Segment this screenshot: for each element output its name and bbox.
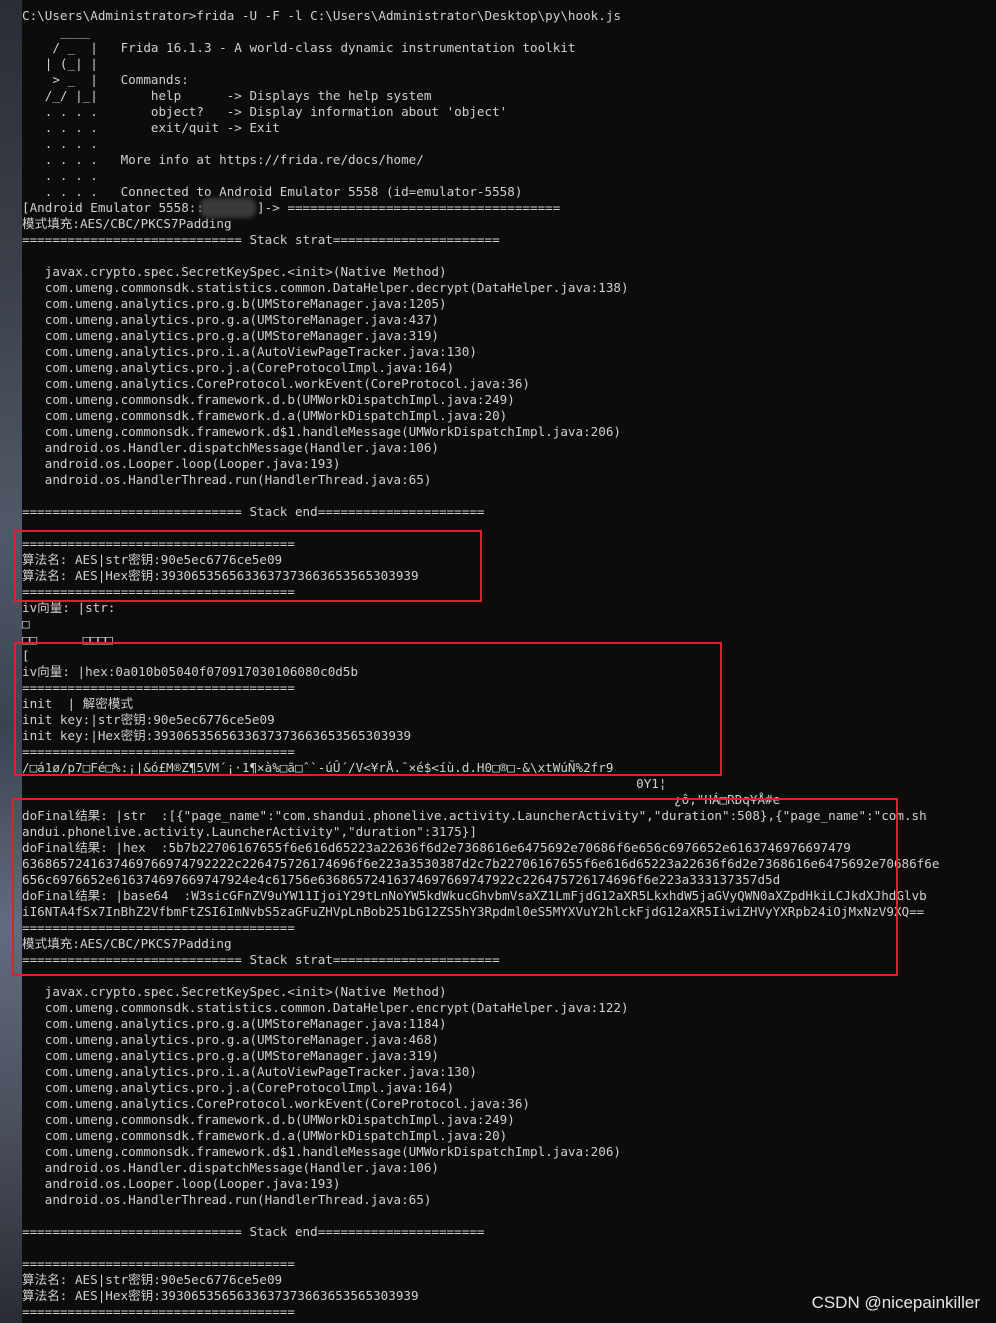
terminal-line: . . . . bbox=[22, 168, 98, 183]
terminal-line: javax.crypto.spec.SecretKeySpec.<init>(N… bbox=[22, 984, 447, 999]
terminal-line: 模式填充:AES/CBC/PKCS7Padding bbox=[22, 216, 232, 231]
terminal-line: . . . . Connected to Android Emulator 55… bbox=[22, 184, 523, 199]
terminal-line: com.umeng.analytics.pro.g.a(UMStoreManag… bbox=[22, 1048, 440, 1063]
terminal-line: com.umeng.analytics.CoreProtocol.workEve… bbox=[22, 376, 530, 391]
terminal-line: com.umeng.commonsdk.framework.d.a(UMWork… bbox=[22, 1128, 508, 1143]
terminal-line: com.umeng.analytics.pro.g.a(UMStoreManag… bbox=[22, 1032, 440, 1047]
terminal-line: com.umeng.analytics.pro.j.a(CoreProtocol… bbox=[22, 360, 455, 375]
highlight-box-key bbox=[14, 530, 482, 602]
terminal-line: android.os.Handler.dispatchMessage(Handl… bbox=[22, 440, 440, 455]
terminal-line: com.umeng.analytics.pro.g.a(UMStoreManag… bbox=[22, 312, 440, 327]
terminal-line: □ bbox=[22, 616, 30, 631]
terminal-line: com.umeng.analytics.pro.i.a(AutoViewPage… bbox=[22, 344, 477, 359]
terminal-line: [Android Emulator 5558:: ]-> ===========… bbox=[22, 200, 561, 215]
terminal-line: javax.crypto.spec.SecretKeySpec.<init>(N… bbox=[22, 264, 447, 279]
terminal-line: com.umeng.commonsdk.framework.d.b(UMWork… bbox=[22, 392, 515, 407]
terminal-line: com.umeng.commonsdk.statistics.common.Da… bbox=[22, 1000, 629, 1015]
terminal-line: 0Y1¦ bbox=[22, 776, 667, 791]
terminal-line: / _ | Frida 16.1.3 - A world-class dynam… bbox=[22, 40, 576, 55]
terminal-line: . . . . More info at https://frida.re/do… bbox=[22, 152, 424, 167]
terminal-line: com.umeng.analytics.CoreProtocol.workEve… bbox=[22, 1096, 530, 1111]
terminal-line: com.umeng.analytics.pro.g.b(UMStoreManag… bbox=[22, 296, 447, 311]
terminal-line: ____ bbox=[22, 24, 91, 39]
highlight-box-dofinal bbox=[12, 798, 898, 976]
terminal-line: . . . . bbox=[22, 136, 98, 151]
terminal-line: ==================================== bbox=[22, 1304, 295, 1319]
terminal-line: ==================================== bbox=[22, 1256, 295, 1271]
terminal-line: com.umeng.commonsdk.framework.d.a(UMWork… bbox=[22, 408, 508, 423]
terminal-line: com.umeng.commonsdk.framework.d$1.handle… bbox=[22, 1144, 621, 1159]
terminal-line: ============================= Stack end=… bbox=[22, 1224, 485, 1239]
terminal-line: . . . . object? -> Display information a… bbox=[22, 104, 508, 119]
terminal-line: com.umeng.analytics.pro.g.a(UMStoreManag… bbox=[22, 1016, 447, 1031]
terminal-line: iv向量: |str: bbox=[22, 600, 116, 615]
terminal-line: /_/ |_| help -> Displays the help system bbox=[22, 88, 432, 103]
terminal-line: android.os.Looper.loop(Looper.java:193) bbox=[22, 456, 341, 471]
csdn-watermark: CSDN @nicepainkiller bbox=[811, 1293, 980, 1312]
terminal-line: ============================= Stack stra… bbox=[22, 232, 500, 247]
terminal-line: 算法名: AES|str密钥:90e5ec6776ce5e09 bbox=[22, 1272, 283, 1287]
terminal-line: com.umeng.analytics.pro.j.a(CoreProtocol… bbox=[22, 1080, 455, 1095]
terminal-line: ============================= Stack end=… bbox=[22, 504, 485, 519]
terminal-line: com.umeng.commonsdk.framework.d.b(UMWork… bbox=[22, 1112, 515, 1127]
terminal-line: com.umeng.commonsdk.framework.d$1.handle… bbox=[22, 424, 621, 439]
terminal-line: android.os.Handler.dispatchMessage(Handl… bbox=[22, 1160, 440, 1175]
terminal-line: . . . . exit/quit -> Exit bbox=[22, 120, 280, 135]
redacted-pid bbox=[200, 198, 256, 218]
terminal-line: com.umeng.analytics.pro.i.a(AutoViewPage… bbox=[22, 1064, 477, 1079]
terminal-line: com.umeng.analytics.pro.g.a(UMStoreManag… bbox=[22, 328, 440, 343]
terminal-line: android.os.Looper.loop(Looper.java:193) bbox=[22, 1176, 341, 1191]
terminal-line: com.umeng.commonsdk.statistics.common.Da… bbox=[22, 280, 629, 295]
terminal-line: | (_| | bbox=[22, 56, 98, 71]
highlight-box-iv-init bbox=[14, 642, 722, 776]
terminal-line: 算法名: AES|Hex密钥:3930653565633637373663653… bbox=[22, 1288, 419, 1303]
terminal-line: C:\Users\Administrator>frida -U -F -l C:… bbox=[22, 8, 621, 23]
terminal-line: android.os.HandlerThread.run(HandlerThre… bbox=[22, 472, 432, 487]
terminal-line: android.os.HandlerThread.run(HandlerThre… bbox=[22, 1192, 432, 1207]
terminal-line: > _ | Commands: bbox=[22, 72, 189, 87]
